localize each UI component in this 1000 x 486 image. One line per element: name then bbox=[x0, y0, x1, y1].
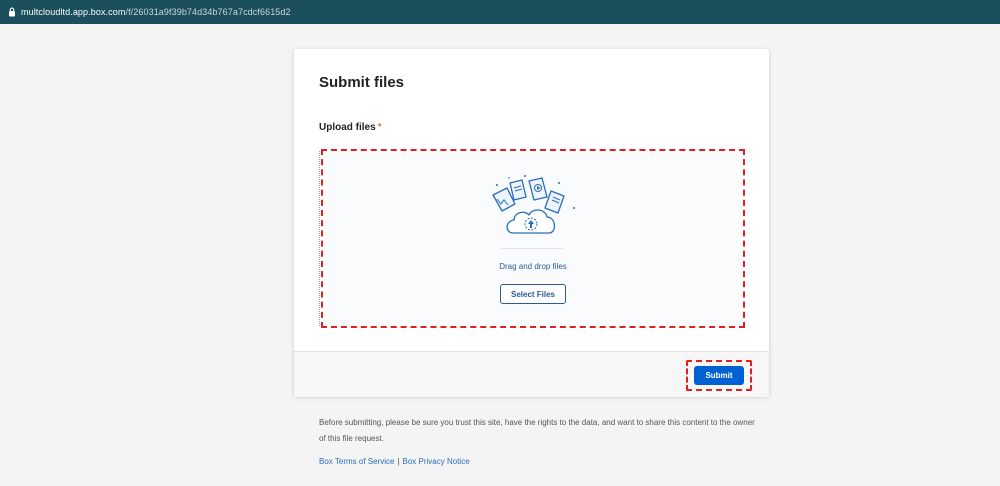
url-domain: multcloudltd.app.box.com bbox=[21, 7, 126, 17]
drag-drop-text: Drag and drop files bbox=[499, 262, 567, 271]
illustration-divider bbox=[501, 248, 563, 249]
privacy-notice-link[interactable]: Box Privacy Notice bbox=[403, 457, 470, 466]
select-files-button[interactable]: Select Files bbox=[500, 284, 566, 304]
file-dropzone[interactable]: Drag and drop files Select Files bbox=[319, 149, 745, 328]
browser-url-bar[interactable]: multcloudltd.app.box.com/f/26031a9f39b74… bbox=[0, 0, 1000, 24]
submit-button[interactable]: Submit bbox=[694, 366, 744, 385]
lock-icon bbox=[4, 4, 20, 20]
required-marker: * bbox=[377, 122, 382, 133]
upload-files-label-text: Upload files bbox=[319, 122, 376, 133]
url-text[interactable]: multcloudltd.app.box.com/f/26031a9f39b74… bbox=[21, 7, 291, 17]
disclaimer-text: Before submitting, please be sure you tr… bbox=[319, 418, 755, 443]
terms-of-service-link[interactable]: Box Terms of Service bbox=[319, 457, 394, 466]
file-request-card: Submit files Upload files * Drag and dro… bbox=[294, 49, 769, 397]
upload-files-label: Upload files * bbox=[319, 122, 382, 133]
page-title: Submit files bbox=[319, 74, 405, 91]
url-path: /f/26031a9f39b74d34b767a7cdcf6615d2 bbox=[125, 7, 291, 17]
footer-links: Box Terms of Service | Box Privacy Notice bbox=[319, 457, 470, 466]
cloud-upload-illustration bbox=[492, 175, 575, 234]
submit-highlight: Submit bbox=[686, 360, 752, 391]
link-separator: | bbox=[397, 457, 400, 466]
card-footer: Submit bbox=[294, 351, 769, 397]
